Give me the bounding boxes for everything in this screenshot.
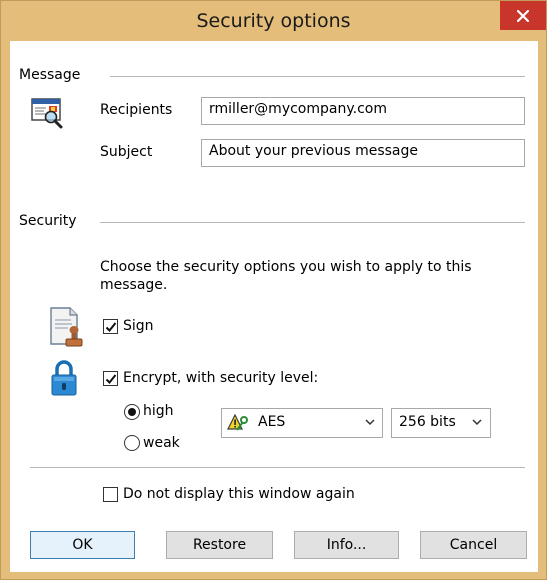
- lock-icon: [51, 360, 77, 396]
- high-level-label: high: [143, 403, 174, 419]
- checkmark-icon: [105, 322, 117, 332]
- close-button[interactable]: [500, 1, 546, 30]
- weak-level-label: weak: [143, 435, 180, 451]
- security-group-label: Security: [19, 213, 77, 229]
- dialog-content: Message Recipients rmiller@mycompany.com…: [10, 41, 538, 572]
- title-bar[interactable]: Security options: [1, 1, 546, 41]
- sign-checkbox[interactable]: [103, 319, 118, 334]
- subject-label: Subject: [100, 144, 153, 160]
- security-options-dialog: Security options Message Recipients rmil…: [0, 0, 547, 580]
- algorithm-dropdown[interactable]: AES: [221, 408, 383, 438]
- checkmark-icon: [105, 374, 117, 384]
- algorithm-value: AES: [258, 414, 286, 430]
- chevron-down-icon: [365, 419, 375, 426]
- cancel-button[interactable]: Cancel: [420, 531, 527, 559]
- message-group-divider: [110, 76, 525, 77]
- radio-selected-dot: [128, 408, 136, 416]
- encrypt-label: Encrypt, with security level:: [123, 370, 319, 386]
- info-button[interactable]: Info...: [294, 531, 399, 559]
- encrypt-checkbox[interactable]: [103, 371, 118, 386]
- ok-button[interactable]: OK: [30, 531, 135, 559]
- subject-field[interactable]: About your previous message: [201, 139, 525, 167]
- do-not-display-checkbox[interactable]: [103, 487, 118, 502]
- chevron-down-icon: [472, 419, 482, 426]
- security-group-divider: [100, 222, 525, 223]
- message-certificate-icon: [31, 98, 63, 129]
- security-description-line2: message.: [100, 277, 168, 293]
- high-level-radio[interactable]: [124, 404, 140, 420]
- message-group-label: Message: [19, 67, 81, 83]
- sign-label: Sign: [123, 318, 154, 334]
- bottom-divider: [30, 467, 525, 468]
- restore-button[interactable]: Restore: [166, 531, 273, 559]
- close-icon: [517, 9, 529, 22]
- security-description-line1: Choose the security options you wish to …: [100, 259, 472, 275]
- recipients-field[interactable]: rmiller@mycompany.com: [201, 97, 525, 125]
- warning-key-icon: [227, 414, 248, 431]
- recipients-label: Recipients: [100, 102, 173, 118]
- weak-level-radio[interactable]: [124, 435, 140, 451]
- window-title: Security options: [196, 10, 351, 32]
- do-not-display-label: Do not display this window again: [123, 486, 355, 502]
- key-size-dropdown[interactable]: 256 bits: [391, 408, 491, 438]
- sign-document-stamp-icon: [50, 307, 83, 347]
- key-size-value: 256 bits: [399, 414, 456, 430]
